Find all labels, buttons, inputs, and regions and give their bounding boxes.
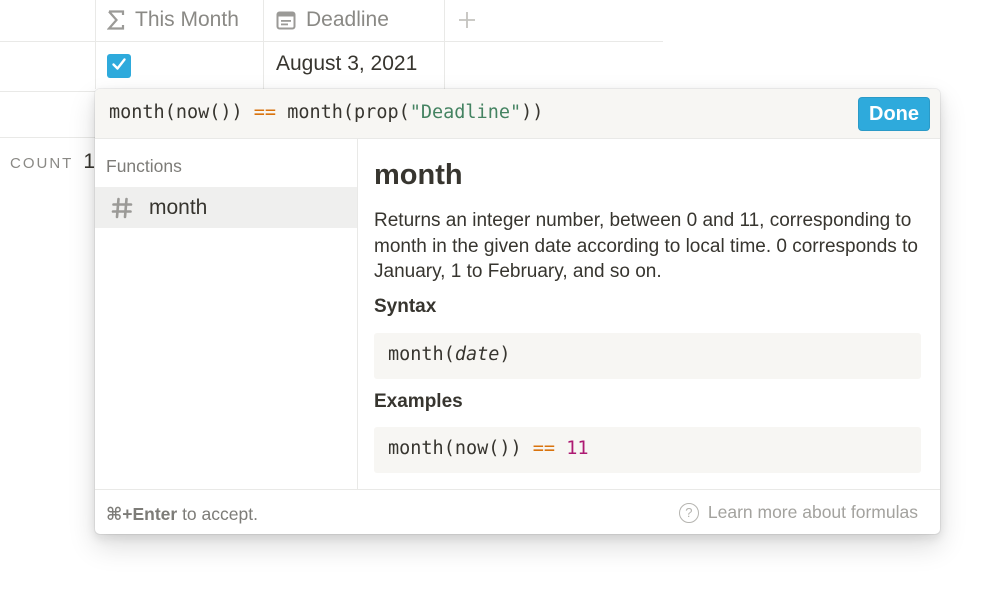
code-token: month( (388, 344, 455, 365)
column-header-this-month[interactable]: This Month (107, 0, 239, 40)
add-column-button[interactable] (458, 0, 476, 40)
this-month-checkbox[interactable] (107, 54, 131, 78)
count-value: 1 (83, 150, 96, 173)
sigma-icon (107, 10, 125, 30)
code-argument: date (454, 344, 500, 365)
count-label: COUNT (10, 155, 74, 172)
functions-section-title: Functions (106, 156, 182, 176)
calendar-icon (276, 10, 296, 30)
code-token: month(now()) (388, 438, 533, 459)
deadline-cell[interactable]: August 3, 2021 (276, 52, 417, 76)
shortcut-key: ⌘+Enter (106, 504, 178, 524)
example-code: month(now()) == 11 (388, 438, 589, 459)
checkmark-icon (111, 56, 127, 77)
formula-text[interactable]: month(now()) == month(prop("Deadline")) (109, 102, 543, 123)
column-divider (444, 0, 445, 89)
formula-input[interactable]: month(now()) == month(prop("Deadline")) … (95, 89, 940, 139)
function-item-label: month (149, 196, 208, 219)
code-operator: == (532, 438, 556, 459)
formula-token: )) (521, 102, 544, 123)
formula-operator: == (253, 102, 277, 123)
example-code-block: month(now()) == 11 (374, 427, 921, 473)
examples-heading: Examples (374, 391, 463, 412)
done-button[interactable]: Done (858, 97, 930, 131)
formula-token: month(now()) (109, 102, 254, 123)
hash-icon (111, 197, 133, 224)
formula-editor-popup: month(now()) == month(prop("Deadline")) … (95, 89, 940, 534)
syntax-code-block: month(date) (374, 333, 921, 379)
learn-more-label: Learn more about formulas (707, 502, 918, 522)
code-number: 11 (566, 438, 589, 459)
row-divider (0, 91, 95, 92)
plus-icon (458, 11, 476, 29)
count-summary[interactable]: COUNT 1 (10, 150, 95, 174)
function-description: Returns an integer number, between 0 and… (374, 210, 918, 282)
accept-hint-text: to accept. (177, 504, 258, 524)
syntax-code: month(date) (388, 344, 511, 365)
learn-more-link[interactable]: ? Learn more about formulas (678, 502, 918, 523)
code-token: ) (499, 344, 511, 365)
accept-hint: ⌘+Enter to accept. (106, 504, 258, 525)
function-docs-panel: month Returns an integer number, between… (374, 139, 921, 489)
function-item-month[interactable]: month (95, 187, 357, 228)
formula-string: "Deadline" (409, 102, 522, 123)
functions-sidebar: Functions month (95, 139, 358, 489)
column-divider (263, 0, 264, 89)
column-header-label: Deadline (306, 8, 389, 31)
row-divider (0, 137, 95, 138)
function-title: month (374, 159, 463, 191)
column-header-deadline[interactable]: Deadline (276, 0, 389, 40)
column-header-label: This Month (135, 8, 239, 31)
syntax-heading: Syntax (374, 296, 437, 317)
header-divider (0, 41, 663, 42)
question-circle-icon: ? (678, 502, 699, 523)
formula-token: month(prop( (276, 102, 410, 123)
column-divider (95, 0, 96, 89)
popup-footer: ⌘+Enter to accept. ? Learn more about fo… (95, 489, 940, 534)
